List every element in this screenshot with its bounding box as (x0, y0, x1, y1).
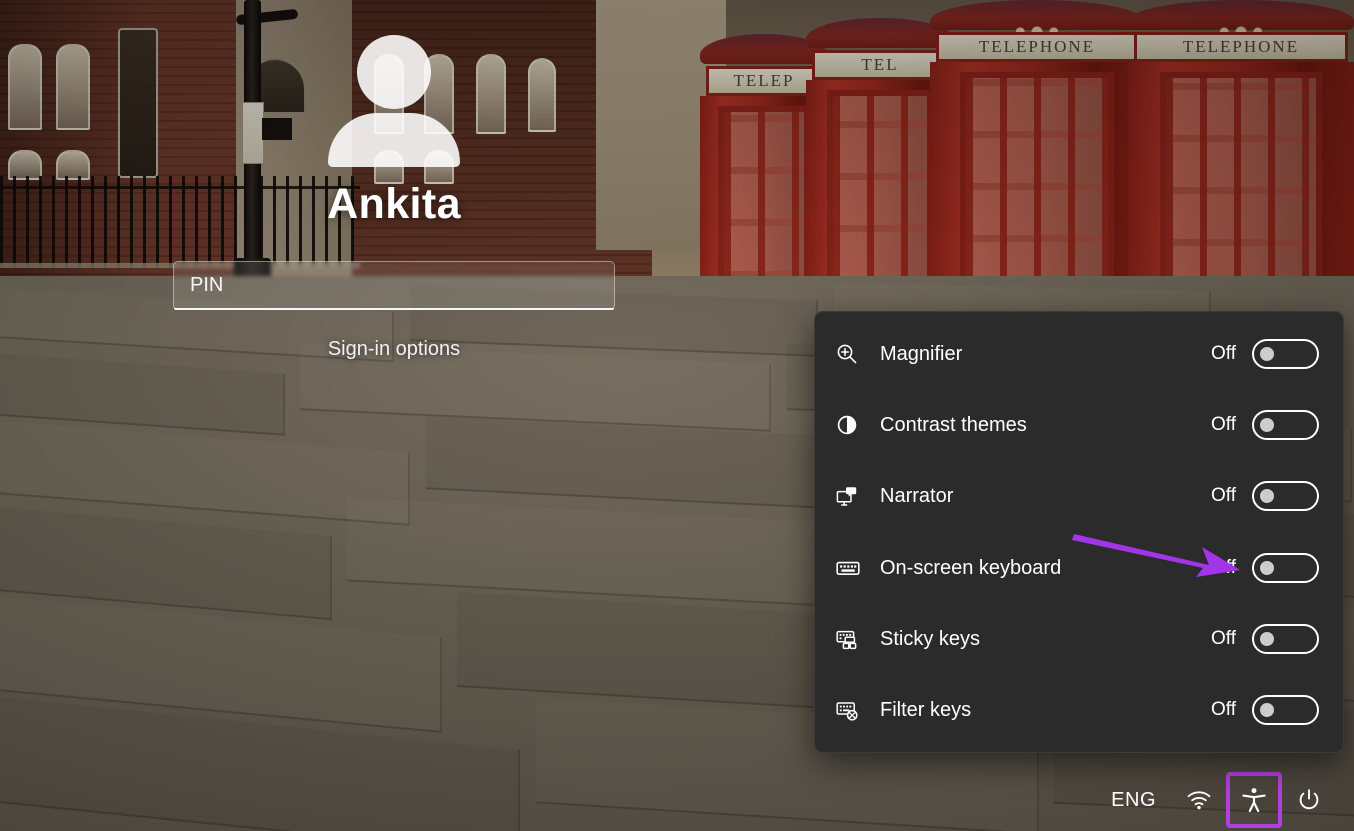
toggle-knob (1260, 347, 1274, 361)
toggle-filter-keys[interactable] (1252, 695, 1319, 725)
accessibility-row-filter-keys[interactable]: Filter keys Off (835, 686, 1319, 734)
narrator-icon (835, 482, 869, 510)
accessibility-state-contrast-themes: Off (1208, 414, 1236, 436)
lock-screen-statusbar: ENG (0, 769, 1354, 831)
toggle-knob (1260, 489, 1274, 503)
accessibility-state-magnifier: Off (1208, 343, 1236, 365)
toggle-sticky-keys[interactable] (1252, 624, 1319, 654)
accessibility-label-magnifier: Magnifier (869, 344, 1208, 364)
toggle-knob (1260, 418, 1274, 432)
pin-input[interactable] (174, 262, 614, 309)
accessibility-state-narrator: Off (1208, 485, 1236, 507)
accessibility-row-contrast-themes[interactable]: Contrast themes Off (835, 401, 1319, 449)
accessibility-person-icon (1240, 786, 1268, 814)
accessibility-row-narrator[interactable]: Narrator Off (835, 472, 1319, 520)
power-icon (1296, 787, 1322, 813)
power-button[interactable] (1286, 777, 1332, 823)
accessibility-row-magnifier[interactable]: Magnifier Off (835, 330, 1319, 378)
accessibility-state-sticky-keys: Off (1208, 628, 1236, 650)
language-indicator[interactable]: ENG (1097, 777, 1170, 823)
user-signin-block: Ankita Sign-in options (173, 35, 615, 361)
wifi-icon[interactable] (1176, 777, 1222, 823)
user-display-name: Ankita (173, 181, 615, 228)
accessibility-label-contrast-themes: Contrast themes (869, 415, 1208, 435)
accessibility-row-sticky-keys[interactable]: Sticky keys Off (835, 615, 1319, 663)
avatar-head (357, 35, 431, 109)
toggle-contrast-themes[interactable] (1252, 410, 1319, 440)
toggle-magnifier[interactable] (1252, 339, 1319, 369)
pin-field-wrapper[interactable] (173, 261, 615, 310)
accessibility-state-filter-keys: Off (1208, 699, 1236, 721)
accessibility-label-narrator: Narrator (869, 486, 1208, 506)
avatar-body (328, 113, 460, 167)
sticky-keys-icon (835, 625, 869, 653)
accessibility-button[interactable] (1228, 774, 1280, 826)
filter-keys-icon (835, 696, 869, 724)
toggle-knob (1260, 703, 1274, 717)
accessibility-label-on-screen-keyboard: On-screen keyboard (869, 558, 1208, 578)
on-screen-keyboard-icon (835, 554, 869, 582)
sign-in-options-link[interactable]: Sign-in options (328, 338, 460, 361)
contrast-themes-icon (835, 411, 869, 439)
default-user-avatar-icon (328, 35, 460, 167)
accessibility-flyout-panel: Magnifier Off Contrast themes Off (814, 311, 1344, 753)
accessibility-label-sticky-keys: Sticky keys (869, 629, 1208, 649)
accessibility-label-filter-keys: Filter keys (869, 700, 1208, 720)
toggle-knob (1260, 561, 1274, 575)
magnifier-icon (835, 340, 869, 368)
toggle-knob (1260, 632, 1274, 646)
toggle-on-screen-keyboard[interactable] (1252, 553, 1319, 583)
accessibility-state-on-screen-keyboard: Off (1208, 557, 1236, 579)
lock-screen: TELEP TEL TELEPHONE TELEPHONE (0, 0, 1354, 831)
toggle-narrator[interactable] (1252, 481, 1319, 511)
accessibility-row-on-screen-keyboard[interactable]: On-screen keyboard Off (835, 544, 1319, 592)
